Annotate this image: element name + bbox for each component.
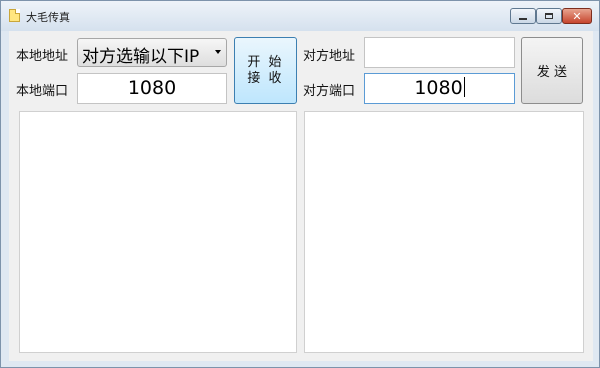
text-caret bbox=[463, 77, 465, 97]
local-port-value: 1080 bbox=[127, 77, 177, 99]
minimize-icon bbox=[519, 18, 527, 20]
remote-port-label: 对方端口 bbox=[303, 84, 356, 99]
close-icon: ✕ bbox=[572, 9, 582, 23]
local-port-field[interactable]: 1080 bbox=[77, 73, 227, 104]
maximize-icon bbox=[545, 13, 553, 19]
local-address-selected: 对方选输以下IP bbox=[82, 47, 200, 67]
send-text-area[interactable] bbox=[304, 111, 584, 353]
remote-port-field[interactable]: 1080 bbox=[364, 73, 515, 104]
send-label: 发 送 bbox=[536, 65, 568, 80]
window-title: 大毛传真 bbox=[26, 11, 70, 24]
local-address-label: 本地地址 bbox=[16, 49, 69, 64]
remote-address-label: 对方地址 bbox=[303, 49, 356, 64]
main-window: 大毛传真 ✕ 本地地址 对方选输以下IP 本地端口 1080 开 始 接 收 对… bbox=[0, 0, 600, 368]
start-receive-label: 开 始 接 收 bbox=[247, 54, 284, 86]
maximize-button[interactable] bbox=[536, 8, 562, 24]
client-area: 本地地址 对方选输以下IP 本地端口 1080 开 始 接 收 对方地址 对方端… bbox=[9, 31, 593, 361]
chevron-down-icon bbox=[215, 50, 221, 54]
send-button[interactable]: 发 送 bbox=[521, 37, 583, 104]
title-bar[interactable]: 大毛传真 ✕ bbox=[1, 1, 599, 31]
local-port-label: 本地端口 bbox=[16, 84, 69, 99]
document-icon bbox=[9, 9, 20, 22]
start-receive-button[interactable]: 开 始 接 收 bbox=[234, 37, 297, 104]
remote-port-value: 1080 bbox=[414, 77, 463, 99]
minimize-button[interactable] bbox=[510, 8, 536, 24]
remote-address-field[interactable] bbox=[364, 37, 515, 68]
local-address-dropdown[interactable]: 对方选输以下IP bbox=[77, 38, 227, 67]
close-button[interactable]: ✕ bbox=[562, 8, 592, 24]
remote-port-text: 1080 bbox=[365, 77, 514, 99]
received-text-area[interactable] bbox=[19, 111, 297, 353]
